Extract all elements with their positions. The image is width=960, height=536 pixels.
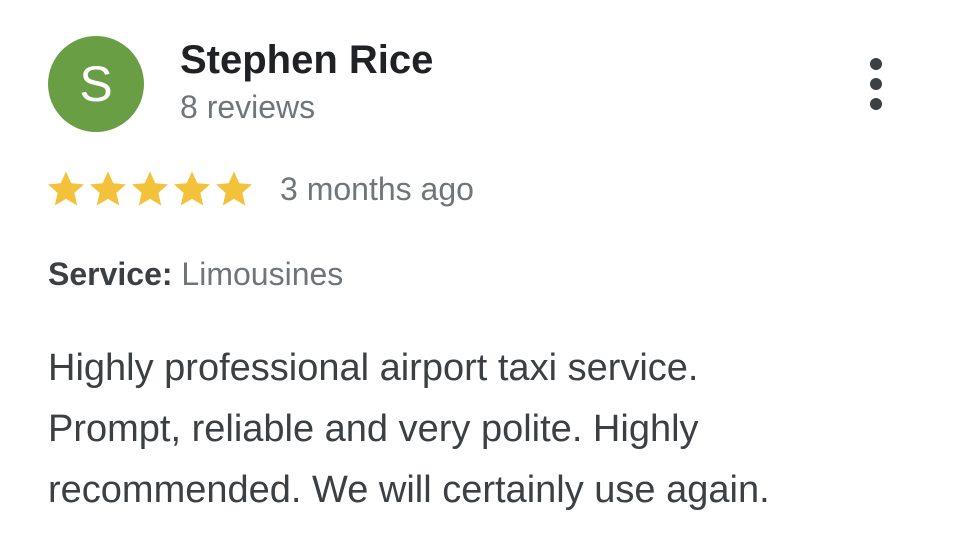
service-line: Service: Limousines [48, 256, 343, 293]
avatar[interactable]: S [48, 36, 144, 132]
review-text: Highly professional airport taxi service… [48, 338, 928, 521]
star-icon [214, 169, 254, 209]
review-text-line: recommended. We will certainly use again… [48, 469, 770, 511]
review-count[interactable]: 8 reviews [180, 89, 315, 126]
reviewer-name[interactable]: Stephen Rice [180, 38, 433, 83]
review-time: 3 months ago [280, 170, 474, 207]
avatar-initial: S [79, 56, 113, 112]
service-value: Limousines [181, 256, 344, 292]
more-vert-icon-dot [870, 78, 882, 90]
more-vert-icon-dot [870, 98, 882, 110]
more-vert-icon [870, 58, 882, 70]
rating-row: 3 months ago [46, 166, 474, 212]
star-icon [130, 169, 170, 209]
star-icon [46, 169, 86, 209]
star-icon [172, 169, 212, 209]
review-text-line: Prompt, reliable and very polite. Highly [48, 408, 699, 450]
more-options-button[interactable] [856, 54, 896, 114]
star-icon [88, 169, 128, 209]
star-rating [46, 169, 256, 209]
service-label: Service: [48, 256, 173, 292]
review-text-line: Highly professional airport taxi service… [48, 347, 699, 389]
